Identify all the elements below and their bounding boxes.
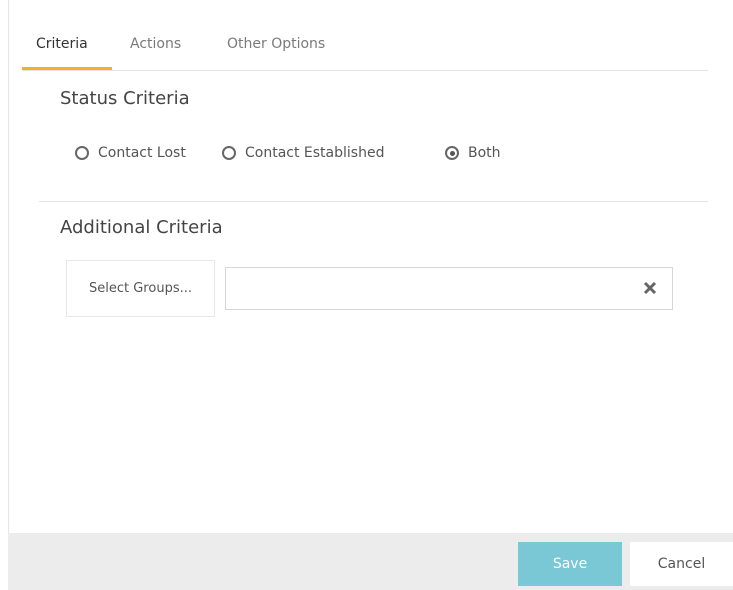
selected-groups-field[interactable] <box>225 267 673 310</box>
status-criteria-title: Status Criteria <box>60 88 190 109</box>
tab-other-options[interactable]: Other Options <box>227 36 325 52</box>
status-radio-group: Contact Lost Contact Established Both <box>0 143 733 163</box>
criteria-dialog: Criteria Actions Other Options Status Cr… <box>0 0 733 590</box>
save-button[interactable]: Save <box>518 542 622 586</box>
dialog-left-border <box>8 0 9 590</box>
additional-criteria-title: Additional Criteria <box>60 217 223 238</box>
radio-contact-established[interactable]: Contact Established <box>222 143 384 163</box>
tab-criteria[interactable]: Criteria <box>36 36 88 52</box>
tab-actions[interactable]: Actions <box>130 36 181 52</box>
radio-label-contact-established: Contact Established <box>245 145 385 161</box>
select-groups-button[interactable]: Select Groups... <box>66 260 215 317</box>
radio-unchecked-icon[interactable] <box>75 146 89 160</box>
close-icon[interactable] <box>642 280 658 296</box>
radio-unchecked-icon[interactable] <box>222 146 236 160</box>
radio-checked-icon[interactable] <box>445 146 459 160</box>
radio-contact-lost[interactable]: Contact Lost <box>75 143 186 163</box>
radio-label-contact-lost: Contact Lost <box>98 145 186 161</box>
section-divider <box>39 201 708 202</box>
cancel-button[interactable]: Cancel <box>630 542 733 586</box>
dialog-footer: Save Cancel <box>8 533 733 590</box>
active-tab-indicator <box>22 67 112 70</box>
radio-label-both: Both <box>468 145 501 161</box>
tab-bar: Criteria Actions Other Options <box>22 24 708 71</box>
radio-both[interactable]: Both <box>445 143 501 163</box>
